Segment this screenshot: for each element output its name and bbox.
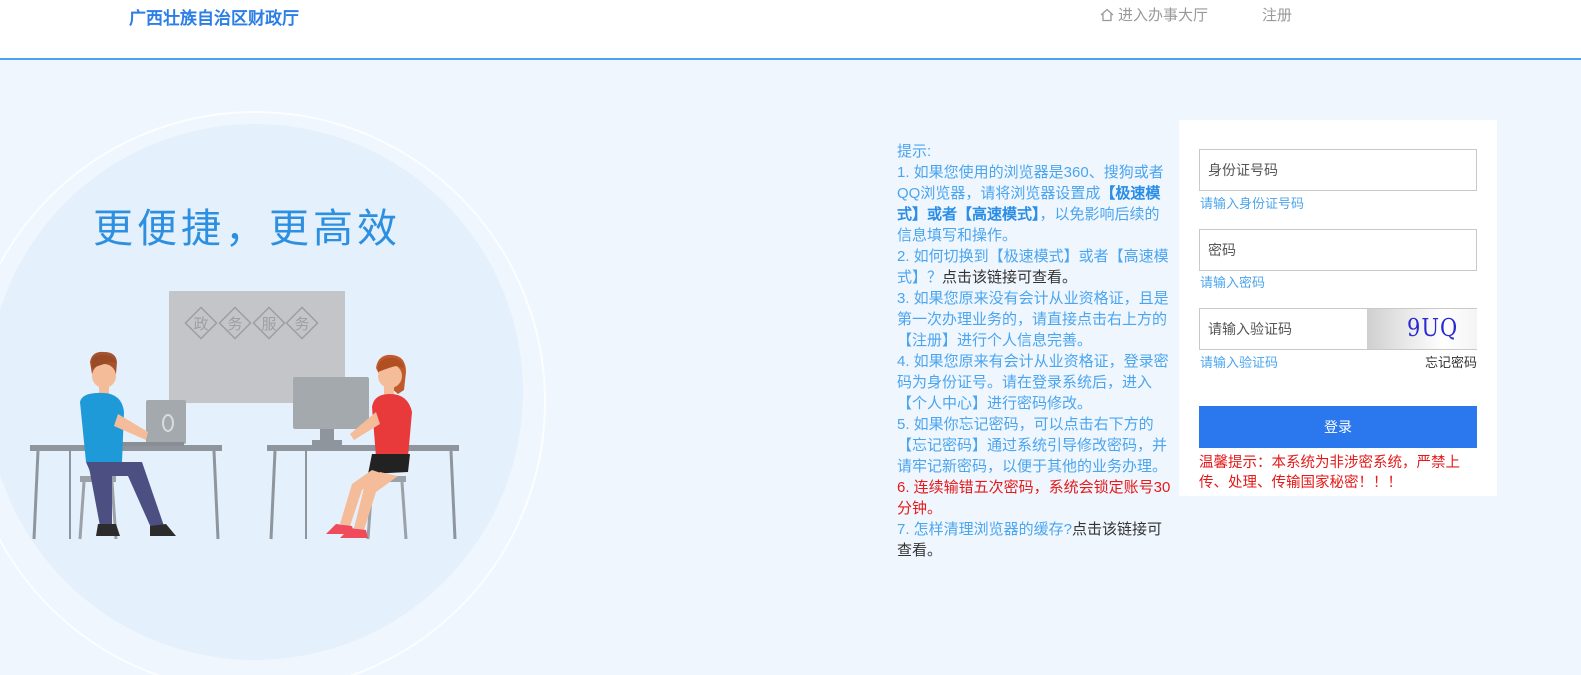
hero-illustration: 更便捷，更高效 政 务 服 务: [0, 62, 880, 675]
office-scene-image: 政 务 服 务: [30, 291, 459, 540]
forgot-password-link[interactable]: 忘记密码: [1425, 352, 1477, 371]
password-hint: 请输入密码: [1200, 275, 1266, 290]
captcha-hint: 请输入验证码: [1200, 355, 1279, 370]
tip-2-link[interactable]: 点击该链接可查看。: [942, 269, 1077, 286]
tips-title: 提示:: [897, 143, 932, 160]
top-header: 广西壮族自治区财政厅 进入办事大厅 注册: [0, 0, 1581, 60]
password-input[interactable]: [1199, 229, 1477, 271]
main-area: 更便捷，更高效 政 务 服 务 提示: 1. 如果您使用的浏览器是360、搜狗或…: [0, 62, 1581, 675]
board-char: 服: [261, 315, 276, 333]
nav-service-hall-label: 进入办事大厅: [1118, 7, 1209, 24]
tip-3: 3. 如果您原来没有会计从业资格证，且是第一次办理业务的，请直接点击右上方的【注…: [897, 290, 1169, 349]
board-char: 政: [193, 315, 208, 333]
captcha-group: 9UQ: [1199, 308, 1477, 350]
tip-4: 4. 如果您原来有会计从业资格证，登录密码为身份证号。请在登录系统后，进入【个人…: [897, 353, 1169, 412]
id-number-input[interactable]: [1199, 149, 1477, 191]
captcha-image[interactable]: 9UQ: [1367, 309, 1477, 349]
login-button[interactable]: 登录: [1199, 406, 1477, 448]
board-char: 务: [227, 315, 242, 333]
tip-5: 5. 如果你忘记密码，可以点击右下方的【忘记密码】通过系统引导修改密码，并请牢记…: [897, 416, 1168, 475]
site-title[interactable]: 广西壮族自治区财政厅: [129, 4, 299, 29]
tip-7: 7. 怎样清理浏览器的缓存?点击该链接可查看。: [897, 521, 1163, 559]
tips-panel: 提示: 1. 如果您使用的浏览器是360、搜狗或者QQ浏览器，请将浏览器设置成【…: [897, 141, 1172, 561]
captcha-input[interactable]: [1200, 309, 1366, 349]
home-icon: [1100, 8, 1114, 21]
board-char: 务: [294, 315, 309, 333]
login-panel: 请输入身份证号码 请输入密码 9UQ 请输入验证码 忘记密码 登录 温馨提示：本…: [1179, 120, 1497, 496]
nav-service-hall-link[interactable]: 进入办事大厅: [1099, 4, 1208, 25]
tip-6-lock-warning: 6. 连续输错五次密码，系统会锁定账号30分钟。: [897, 479, 1171, 517]
tip-1: 1. 如果您使用的浏览器是360、搜狗或者QQ浏览器，请将浏览器设置成【极速模式…: [897, 164, 1164, 244]
nav-register-link[interactable]: 注册: [1262, 4, 1292, 25]
security-warning: 温馨提示：本系统为非涉密系统，严禁上传、处理、传输国家秘密！！！: [1199, 455, 1460, 491]
id-number-hint: 请输入身份证号码: [1200, 196, 1305, 211]
captcha-code: 9UQ: [1407, 314, 1459, 342]
tip-2: 2. 如何切换到【极速模式】或者【高速模式】？点击该链接可查看。: [897, 248, 1169, 286]
